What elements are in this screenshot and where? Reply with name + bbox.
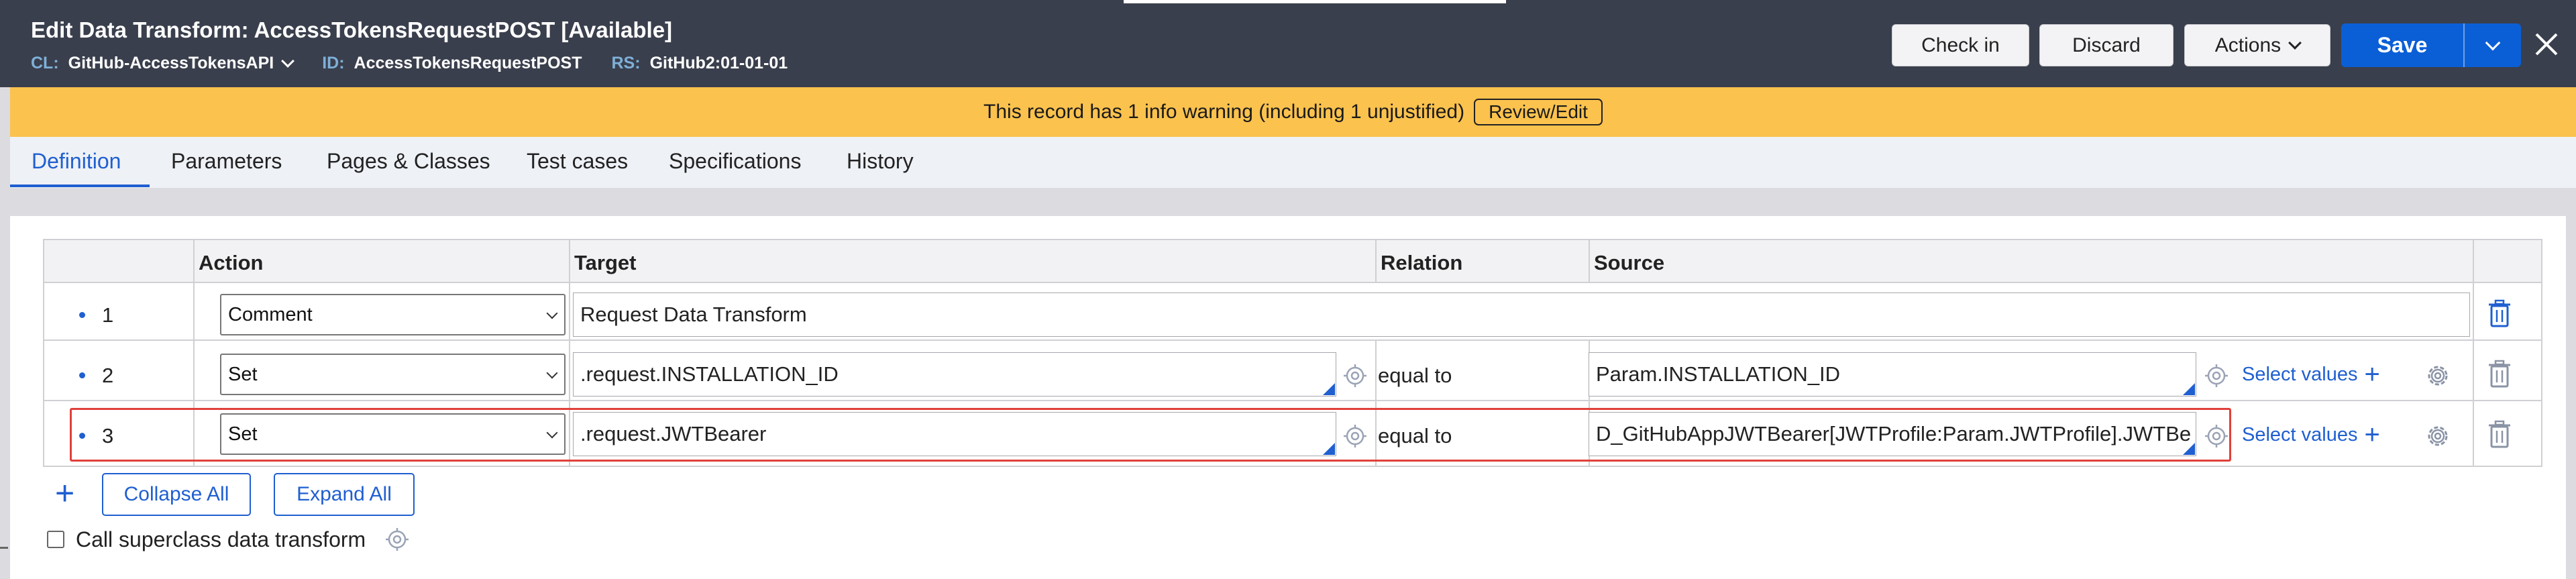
trash-icon[interactable] [2487,360,2512,389]
row-number: 1 [102,303,114,327]
header-bar: Edit Data Transform: AccessTokensRequest… [0,0,2576,87]
action-select-value: Set [228,363,258,385]
trash-icon[interactable] [2487,299,2512,329]
autocomplete-corner [2183,383,2195,395]
warning-text: This record has 1 info warning (includin… [983,101,1465,123]
close-icon[interactable] [2530,28,2563,60]
plus-icon: + [2364,360,2380,389]
header-relation: Relation [1381,251,1463,274]
cl-value[interactable]: GitHub-AccessTokensAPI [68,54,295,73]
source-input-value: Param.INSTALLATION_ID [1596,362,1841,386]
rs-value: GitHub2:01-01-01 [649,54,788,72]
chevron-down-icon [546,367,558,379]
actions-label: Actions [2214,34,2282,56]
select-values-label: Select values [2242,423,2358,445]
tab-history[interactable]: History [847,149,914,174]
add-row-icon[interactable]: + [55,476,74,510]
id-value: AccessTokensRequestPOST [354,54,582,72]
save-button-group: Save [2341,23,2521,67]
action-select[interactable]: Set [220,354,566,395]
chevron-down-icon [2288,36,2302,50]
tab-definition[interactable]: Definition [32,149,121,174]
chevron-down-icon [546,307,558,319]
discard-button[interactable]: Discard [2039,24,2174,66]
superclass-label: Call superclass data transform [76,527,366,551]
row-divider [44,339,2541,341]
active-tab-indicator [10,185,150,187]
record-meta: CL: GitHub-AccessTokensAPI ID: AccessTok… [31,54,817,73]
target-icon[interactable] [385,527,409,551]
save-button[interactable]: Save [2341,23,2463,67]
save-menu-button[interactable] [2465,23,2521,67]
header-action: Action [199,251,264,274]
row-bullet [79,312,85,318]
id-key: ID: [322,54,345,72]
chevron-down-icon [2485,35,2501,50]
chevron-down-icon [281,54,295,68]
select-values-link[interactable]: Select values + [2242,361,2380,388]
collapse-all-button[interactable]: Collapse All [102,473,251,516]
header-source: Source [1594,251,1665,274]
tab-pages-classes[interactable]: Pages & Classes [327,149,490,174]
tab-test-cases[interactable]: Test cases [527,149,628,174]
target-icon[interactable] [2204,364,2229,388]
row-bullet [79,372,85,378]
row-number: 2 [102,364,114,387]
gear-icon[interactable] [2424,362,2451,389]
gear-icon[interactable] [2424,423,2451,450]
col-divider [2473,240,2474,466]
page-title: Edit Data Transform: AccessTokensRequest… [31,17,673,42]
header-top-indicator [1124,0,1506,3]
tab-bar: Definition Parameters Pages & Classes Te… [10,137,2576,188]
tab-specifications[interactable]: Specifications [669,149,801,174]
review-edit-button[interactable]: Review/Edit [1474,99,1603,125]
autocomplete-corner [1323,383,1335,395]
cl-value-text: GitHub-AccessTokensAPI [68,54,274,72]
tab-parameters[interactable]: Parameters [171,149,282,174]
rs-key: RS: [611,54,641,72]
target-input[interactable]: .request.INSTALLATION_ID [573,352,1336,397]
select-values-link[interactable]: Select values + [2242,421,2380,448]
col-divider [1589,240,1590,283]
grid-header [44,240,2541,283]
header-target: Target [574,251,637,274]
trash-icon[interactable] [2487,420,2512,450]
warning-banner: This record has 1 info warning (includin… [10,87,2576,137]
action-select[interactable]: Comment [220,294,566,335]
actions-button[interactable]: Actions [2184,24,2330,66]
target-input-value: .request.INSTALLATION_ID [580,362,839,386]
left-edge-mark [0,547,8,549]
comment-input-value: Request Data Transform [580,303,807,326]
plus-icon: + [2364,420,2380,450]
col-divider [1375,240,1377,283]
row-highlight-box [70,408,2231,462]
target-icon[interactable] [1343,364,1367,388]
cl-key: CL: [31,54,59,72]
relation-text: equal to [1378,364,1452,387]
action-select-value: Comment [228,303,313,325]
comment-input[interactable]: Request Data Transform [573,293,2470,337]
check-in-button[interactable]: Check in [1892,24,2029,66]
superclass-checkbox[interactable] [47,531,64,548]
expand-all-button[interactable]: Expand All [274,473,415,516]
row-divider [44,400,2541,401]
source-input[interactable]: Param.INSTALLATION_ID [1589,352,2196,397]
select-values-label: Select values [2242,363,2358,385]
